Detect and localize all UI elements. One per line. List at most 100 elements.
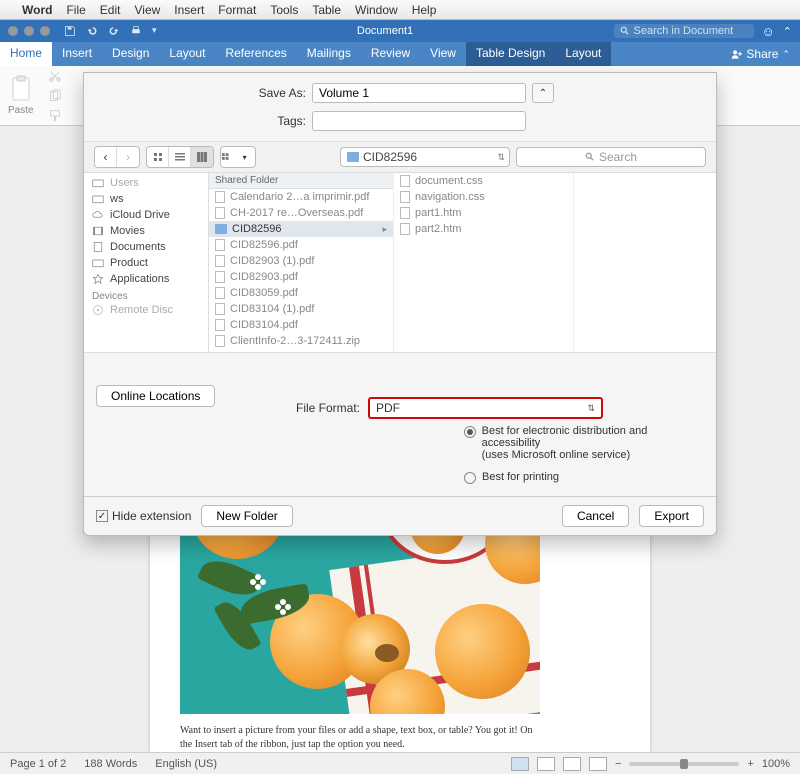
menu-edit[interactable]: Edit bbox=[100, 3, 121, 17]
file-item[interactable]: CID82903.pdf bbox=[209, 269, 393, 285]
css-icon bbox=[400, 191, 410, 203]
tab-review[interactable]: Review bbox=[361, 42, 420, 66]
file-item[interactable]: document.css bbox=[394, 173, 573, 189]
file-item[interactable]: CID82596.pdf bbox=[209, 237, 393, 253]
sidebar-item-applications[interactable]: Applications bbox=[84, 271, 208, 287]
file-item[interactable]: navigation.css bbox=[394, 189, 573, 205]
tab-insert[interactable]: Insert bbox=[52, 42, 102, 66]
document-title: Document1 bbox=[157, 25, 614, 37]
zoom-percent[interactable]: 100% bbox=[762, 758, 790, 770]
menu-window[interactable]: Window bbox=[355, 3, 398, 17]
zoom-out-button[interactable]: − bbox=[615, 758, 621, 770]
expand-ribbon-icon[interactable]: ⌃ bbox=[783, 25, 800, 38]
sidebar-item[interactable]: Users bbox=[84, 175, 208, 191]
back-button[interactable]: ‹ bbox=[95, 147, 117, 167]
print-layout-view-button[interactable] bbox=[511, 757, 529, 771]
file-item[interactable]: part1.htm bbox=[394, 205, 573, 221]
file-format-dropdown[interactable]: PDF ⇅ bbox=[368, 397, 603, 419]
word-count[interactable]: 188 Words bbox=[84, 758, 137, 770]
ribbon-tabs: Home Insert Design Layout References Mai… bbox=[0, 42, 800, 66]
pdf-icon bbox=[215, 319, 225, 331]
hide-extension-checkbox[interactable]: ✓ Hide extension bbox=[96, 509, 191, 523]
macos-menubar: Word File Edit View Insert Format Tools … bbox=[0, 0, 800, 20]
file-item[interactable]: part2.htm bbox=[394, 221, 573, 237]
file-item-selected[interactable]: CID82596▸ bbox=[209, 221, 393, 237]
draft-view-button[interactable] bbox=[589, 757, 607, 771]
tab-table-design[interactable]: Table Design bbox=[466, 42, 555, 66]
tab-table-layout[interactable]: Layout bbox=[555, 42, 611, 66]
column-view-button[interactable] bbox=[191, 147, 213, 167]
language-indicator[interactable]: English (US) bbox=[155, 758, 217, 770]
file-item[interactable]: CH-2017 re…Overseas.pdf bbox=[209, 205, 393, 221]
outline-view-button[interactable] bbox=[563, 757, 581, 771]
app-menu[interactable]: Word bbox=[22, 3, 52, 17]
tab-references[interactable]: References bbox=[215, 42, 296, 66]
file-item[interactable]: ClientInfo-2…3-172411.zip bbox=[209, 333, 393, 349]
tab-design[interactable]: Design bbox=[102, 42, 159, 66]
export-button[interactable]: Export bbox=[639, 505, 704, 527]
list-view-button[interactable] bbox=[169, 147, 191, 167]
format-painter-icon[interactable] bbox=[48, 109, 62, 123]
qat-redo-icon[interactable] bbox=[108, 25, 120, 37]
sidebar-item-movies[interactable]: Movies bbox=[84, 223, 208, 239]
paste-group[interactable]: Paste bbox=[8, 75, 34, 116]
menu-table[interactable]: Table bbox=[312, 3, 341, 17]
page-indicator[interactable]: Page 1 of 2 bbox=[10, 758, 66, 770]
file-item[interactable]: CID83104 (1).pdf bbox=[209, 301, 393, 317]
qat-save-icon[interactable] bbox=[64, 25, 76, 37]
forward-button[interactable]: › bbox=[117, 147, 139, 167]
tab-layout[interactable]: Layout bbox=[159, 42, 215, 66]
path-dropdown[interactable]: CID82596 ⇅ bbox=[340, 147, 510, 167]
copy-icon[interactable] bbox=[48, 89, 62, 103]
menu-format[interactable]: Format bbox=[218, 3, 256, 17]
sidebar-item[interactable]: Product bbox=[84, 255, 208, 271]
word-titlebar: ▾ Document1 Search in Document ☺ ⌃ bbox=[0, 20, 800, 42]
expand-dialog-button[interactable]: ⌃ bbox=[532, 83, 554, 103]
radio-electronic[interactable]: Best for electronic distribution and acc… bbox=[464, 425, 700, 461]
save-as-input[interactable] bbox=[312, 83, 526, 103]
qat-print-icon[interactable] bbox=[130, 25, 142, 37]
tab-view[interactable]: View bbox=[420, 42, 466, 66]
share-button[interactable]: Share ⌃ bbox=[721, 42, 800, 66]
qat-undo-icon[interactable] bbox=[86, 25, 98, 37]
new-folder-button[interactable]: New Folder bbox=[201, 505, 292, 527]
menu-tools[interactable]: Tools bbox=[270, 3, 298, 17]
sidebar-item[interactable]: ws bbox=[84, 191, 208, 207]
cloud-icon bbox=[92, 209, 104, 221]
file-browser: Users ws iCloud Drive Movies Documents P… bbox=[84, 173, 716, 353]
finder-search[interactable]: Search bbox=[516, 147, 706, 167]
menu-insert[interactable]: Insert bbox=[174, 3, 204, 17]
menu-view[interactable]: View bbox=[134, 3, 160, 17]
qat-dropdown-icon[interactable]: ▾ bbox=[152, 25, 157, 37]
file-item[interactable]: CID83104.pdf bbox=[209, 317, 393, 333]
tags-label: Tags: bbox=[100, 114, 306, 128]
feedback-icon[interactable]: ☺ bbox=[754, 24, 783, 39]
search-placeholder: Search in Document bbox=[634, 25, 734, 37]
file-item[interactable]: CID83059.pdf bbox=[209, 285, 393, 301]
sidebar-item-remote-disc[interactable]: Remote Disc bbox=[84, 302, 208, 318]
tags-input[interactable] bbox=[312, 111, 526, 131]
sidebar-item-icloud[interactable]: iCloud Drive bbox=[84, 207, 208, 223]
arrange-button[interactable]: ▾ bbox=[220, 146, 256, 168]
radio-printing[interactable]: Best for printing bbox=[464, 471, 700, 484]
applications-icon bbox=[92, 273, 104, 285]
cancel-button[interactable]: Cancel bbox=[562, 505, 629, 527]
cut-icon[interactable] bbox=[48, 69, 62, 83]
updown-icon: ⇅ bbox=[587, 403, 595, 414]
pdf-icon bbox=[215, 207, 225, 219]
file-item[interactable]: Calendario 2…a imprimir.pdf bbox=[209, 189, 393, 205]
sidebar-item-documents[interactable]: Documents bbox=[84, 239, 208, 255]
css-icon bbox=[400, 175, 410, 187]
window-controls[interactable] bbox=[0, 26, 58, 36]
tab-mailings[interactable]: Mailings bbox=[297, 42, 361, 66]
search-in-document[interactable]: Search in Document bbox=[614, 24, 754, 38]
web-layout-view-button[interactable] bbox=[537, 757, 555, 771]
zoom-slider[interactable] bbox=[629, 762, 739, 766]
tab-home[interactable]: Home bbox=[0, 42, 52, 66]
online-locations-button[interactable]: Online Locations bbox=[96, 385, 215, 407]
menu-file[interactable]: File bbox=[66, 3, 85, 17]
file-item[interactable]: CID82903 (1).pdf bbox=[209, 253, 393, 269]
zoom-in-button[interactable]: + bbox=[747, 758, 753, 770]
icon-view-button[interactable] bbox=[147, 147, 169, 167]
menu-help[interactable]: Help bbox=[412, 3, 437, 17]
